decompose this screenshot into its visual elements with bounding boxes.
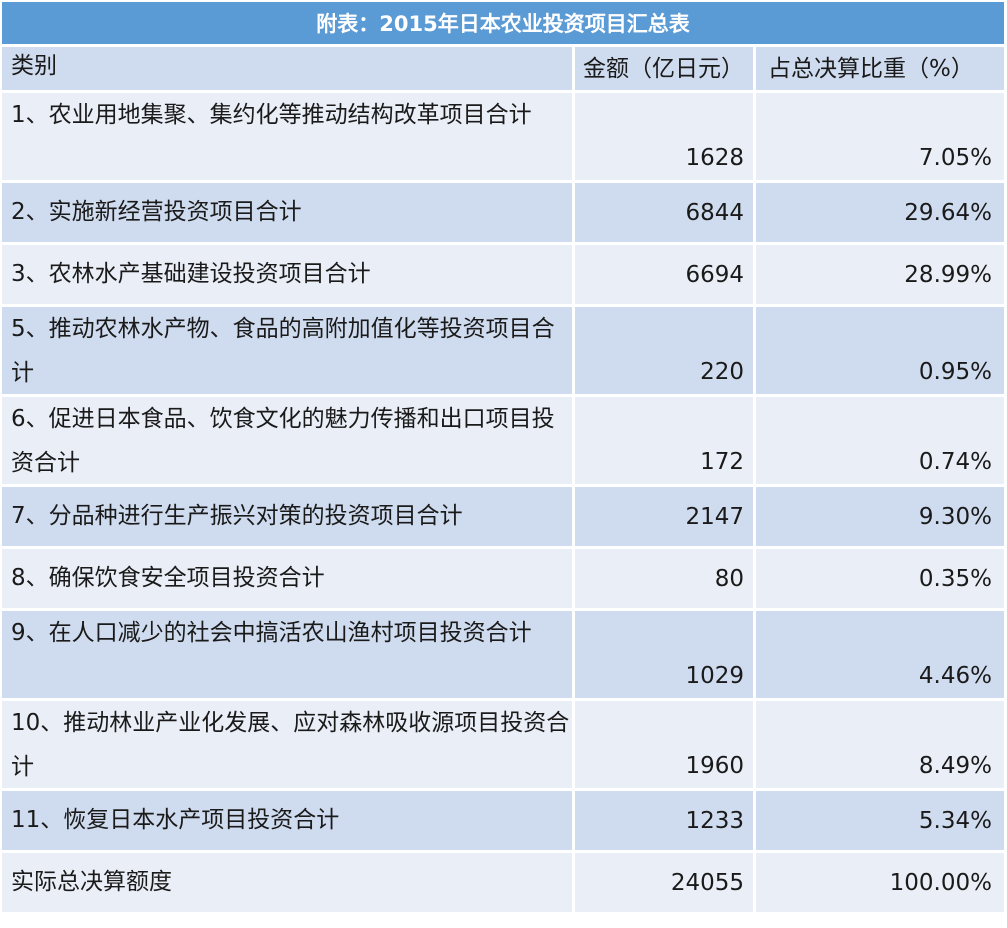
row-category: 6、促进日本食品、饮食文化的魅力传播和出口项目投资合计 bbox=[2, 397, 575, 484]
row-amount: 1960 bbox=[575, 701, 756, 788]
row-category: 7、分品种进行生产振兴对策的投资项目合计 bbox=[2, 487, 575, 546]
total-category: 实际总决算额度 bbox=[2, 853, 575, 912]
table-row: 1、农业用地集聚、集约化等推动结构改革项目合计 1628 7.05% bbox=[2, 93, 1004, 183]
row-amount: 220 bbox=[575, 307, 756, 394]
row-amount: 6844 bbox=[575, 183, 756, 242]
row-category: 1、农业用地集聚、集约化等推动结构改革项目合计 bbox=[2, 93, 575, 180]
row-share: 28.99% bbox=[904, 261, 992, 288]
table-row: 6、促进日本食品、饮食文化的魅力传播和出口项目投资合计 172 0.74% bbox=[2, 397, 1004, 487]
table-total-row: 实际总决算额度 24055 100.00% bbox=[2, 853, 1004, 912]
table-title: 附表：2015年日本农业投资项目汇总表 bbox=[2, 2, 1004, 44]
table-row: 11、恢复日本水产项目投资合计 1233 5.34% bbox=[2, 791, 1004, 853]
row-share: 4.46% bbox=[918, 663, 992, 689]
table-row: 10、推动林业产业化发展、应对森林吸收源项目投资合计 1960 8.49% bbox=[2, 701, 1004, 791]
row-share: 5.34% bbox=[918, 807, 992, 834]
table-row: 5、推动农林水产物、食品的高附加值化等投资项目合计 220 0.95% bbox=[2, 307, 1004, 397]
row-category: 10、推动林业产业化发展、应对森林吸收源项目投资合计 bbox=[2, 701, 575, 788]
table-row: 3、农林水产基础建设投资项目合计 6694 28.99% bbox=[2, 245, 1004, 307]
table-header-row: 类别 金额（亿日元） 占总决算比重（%） bbox=[2, 47, 1004, 93]
row-amount: 172 bbox=[575, 397, 756, 484]
row-share: 29.64% bbox=[904, 199, 992, 226]
row-amount: 1029 bbox=[575, 611, 756, 698]
row-share: 0.95% bbox=[918, 359, 992, 385]
header-share: 占总决算比重（%） bbox=[768, 55, 974, 82]
row-amount: 80 bbox=[575, 549, 756, 608]
total-amount: 24055 bbox=[575, 853, 756, 912]
summary-table: 类别 金额（亿日元） 占总决算比重（%） 1、农业用地集聚、集约化等推动结构改革… bbox=[2, 47, 1004, 912]
row-category: 5、推动农林水产物、食品的高附加值化等投资项目合计 bbox=[2, 307, 575, 394]
row-share: 7.05% bbox=[918, 145, 992, 171]
row-share: 8.49% bbox=[918, 753, 992, 779]
table-row: 8、确保饮食安全项目投资合计 80 0.35% bbox=[2, 549, 1004, 611]
total-share: 100.00% bbox=[889, 869, 992, 896]
header-amount: 金额（亿日元） bbox=[575, 47, 756, 90]
row-amount: 6694 bbox=[575, 245, 756, 304]
row-amount: 2147 bbox=[575, 487, 756, 546]
row-category: 2、实施新经营投资项目合计 bbox=[2, 183, 575, 242]
header-category: 类别 bbox=[2, 47, 575, 90]
table-row: 7、分品种进行生产振兴对策的投资项目合计 2147 9.30% bbox=[2, 487, 1004, 549]
row-share: 9.30% bbox=[918, 503, 992, 530]
row-category: 11、恢复日本水产项目投资合计 bbox=[2, 791, 575, 850]
row-share: 0.35% bbox=[918, 565, 992, 592]
row-category: 8、确保饮食安全项目投资合计 bbox=[2, 549, 575, 608]
row-amount: 1628 bbox=[575, 93, 756, 180]
table-row: 2、实施新经营投资项目合计 6844 29.64% bbox=[2, 183, 1004, 245]
row-share: 0.74% bbox=[918, 449, 992, 475]
row-amount: 1233 bbox=[575, 791, 756, 850]
row-category: 3、农林水产基础建设投资项目合计 bbox=[2, 245, 575, 304]
table-row: 9、在人口减少的社会中搞活农山渔村项目投资合计 1029 4.46% bbox=[2, 611, 1004, 701]
row-category: 9、在人口减少的社会中搞活农山渔村项目投资合计 bbox=[2, 611, 575, 698]
